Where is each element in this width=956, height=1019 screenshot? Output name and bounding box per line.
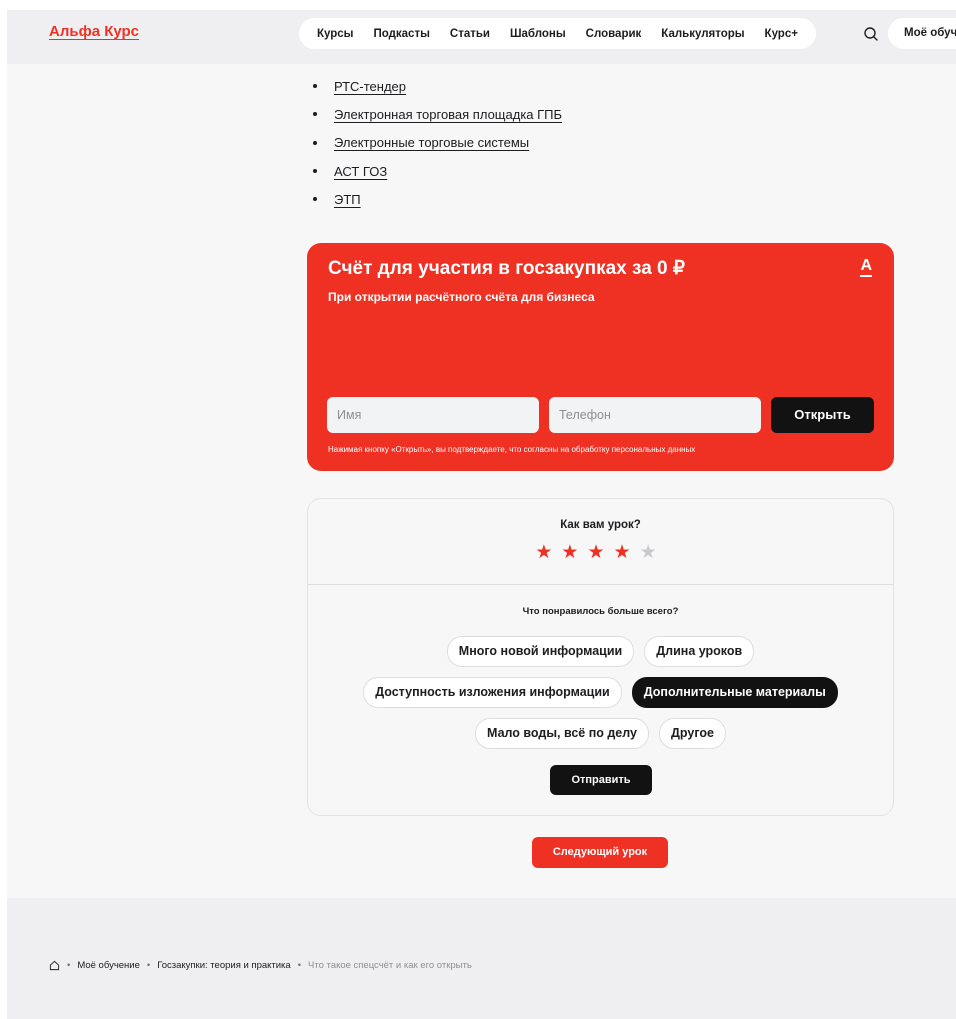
chip-lesson-length[interactable]: Длина уроков bbox=[644, 636, 755, 667]
bullet-icon bbox=[313, 169, 317, 174]
logo-text: Альфа Курс bbox=[49, 23, 140, 40]
my-learning-button[interactable]: Моё обучение bbox=[888, 18, 956, 49]
promo-subtitle: При открытии расчётного счёта для бизнес… bbox=[328, 290, 595, 304]
list-item: Электронная торговая площадка ГПБ bbox=[313, 100, 562, 128]
main-nav: Курсы Подкасты Статьи Шаблоны Словарик К… bbox=[299, 18, 816, 49]
list-link[interactable]: Электронные торговые системы bbox=[334, 135, 529, 150]
home-icon[interactable] bbox=[49, 960, 60, 971]
next-lesson-button[interactable]: Следующий урок bbox=[532, 837, 668, 868]
breadcrumb-separator: • bbox=[297, 960, 302, 971]
nav-item-calculators[interactable]: Калькуляторы bbox=[661, 28, 744, 40]
star-icon[interactable]: ★ bbox=[587, 542, 613, 563]
chip-row: Мало воды, всё по делу Другое bbox=[308, 718, 893, 749]
chip-row: Много новой информации Длина уроков bbox=[308, 636, 893, 667]
breadcrumb-separator: • bbox=[67, 960, 71, 971]
star-icon[interactable]: ★ bbox=[535, 542, 561, 563]
star-rating[interactable]: ★★★★★ bbox=[308, 541, 893, 564]
platform-list: РТС-тендер Электронная торговая площадка… bbox=[313, 72, 562, 213]
send-feedback-button[interactable]: Отправить bbox=[550, 765, 652, 795]
site-logo[interactable]: Альфа Курс bbox=[49, 23, 139, 40]
nav-item-kurs-plus[interactable]: Курс+ bbox=[765, 28, 798, 40]
divider bbox=[308, 584, 893, 585]
nav-item-courses[interactable]: Курсы bbox=[317, 28, 354, 40]
lesson-rating-card: Как вам урок? ★★★★★ Что понравилось боль… bbox=[307, 498, 894, 816]
star-icon[interactable]: ★ bbox=[614, 542, 640, 563]
bullet-icon bbox=[313, 197, 317, 202]
list-link[interactable]: Электронная торговая площадка ГПБ bbox=[334, 107, 562, 122]
breadcrumb-item[interactable]: Моё обучение bbox=[77, 960, 140, 971]
open-account-button[interactable]: Открыть bbox=[771, 397, 874, 433]
liked-question: Что понравилось больше всего? bbox=[522, 606, 679, 617]
chip-extra-materials[interactable]: Дополнительные материалы bbox=[631, 677, 838, 708]
footer: • Моё обучение • Госзакупки: теория и пр… bbox=[7, 898, 956, 1019]
nav-item-podcasts[interactable]: Подкасты bbox=[373, 28, 429, 40]
chip-other[interactable]: Другое bbox=[659, 718, 726, 749]
promo-title: Счёт для участия в госзакупках за 0 ₽ bbox=[328, 258, 685, 279]
breadcrumb: • Моё обучение • Госзакупки: теория и пр… bbox=[49, 960, 472, 971]
consent-note: Нажимая кнопку «Открыть», вы подтверждае… bbox=[328, 445, 696, 454]
list-link[interactable]: РТС-тендер bbox=[334, 79, 406, 94]
top-header: Альфа Курс Курсы Подкасты Статьи Шаблоны… bbox=[7, 10, 956, 64]
promo-banner: Счёт для участия в госзакупках за 0 ₽ Пр… bbox=[307, 243, 894, 471]
list-item: РТС-тендер bbox=[313, 72, 562, 100]
chip-new-info[interactable]: Много новой информации bbox=[446, 636, 635, 667]
breadcrumb-separator: • bbox=[146, 960, 151, 971]
list-item: АСТ ГОЗ bbox=[313, 157, 562, 185]
star-icon[interactable]: ★ bbox=[640, 542, 666, 563]
bullet-icon bbox=[313, 140, 317, 145]
list-item: ЭТП bbox=[313, 185, 562, 213]
bullet-icon bbox=[313, 112, 317, 117]
list-item: Электронные торговые системы bbox=[313, 129, 562, 157]
breadcrumb-current: Что такое спецсчёт и как его открыть bbox=[308, 960, 472, 971]
nav-item-glossary[interactable]: Словарик bbox=[586, 28, 642, 40]
chip-to-the-point[interactable]: Мало воды, всё по делу bbox=[475, 718, 649, 749]
search-icon[interactable] bbox=[863, 26, 879, 42]
chip-clarity[interactable]: Доступность изложения информации bbox=[363, 677, 622, 708]
breadcrumb-item[interactable]: Госзакупки: теория и практика bbox=[157, 960, 291, 971]
star-icon[interactable]: ★ bbox=[561, 542, 587, 563]
list-link[interactable]: ЭТП bbox=[334, 192, 361, 207]
rating-question: Как вам урок? bbox=[560, 519, 641, 531]
name-input[interactable] bbox=[327, 397, 539, 433]
bullet-icon bbox=[313, 84, 317, 89]
nav-item-templates[interactable]: Шаблоны bbox=[510, 28, 566, 40]
chip-row: Доступность изложения информации Дополни… bbox=[308, 677, 893, 708]
nav-item-articles[interactable]: Статьи bbox=[450, 28, 490, 40]
alfa-logo-icon: A bbox=[860, 257, 872, 277]
phone-input[interactable] bbox=[549, 397, 761, 433]
list-link[interactable]: АСТ ГОЗ bbox=[334, 164, 387, 179]
